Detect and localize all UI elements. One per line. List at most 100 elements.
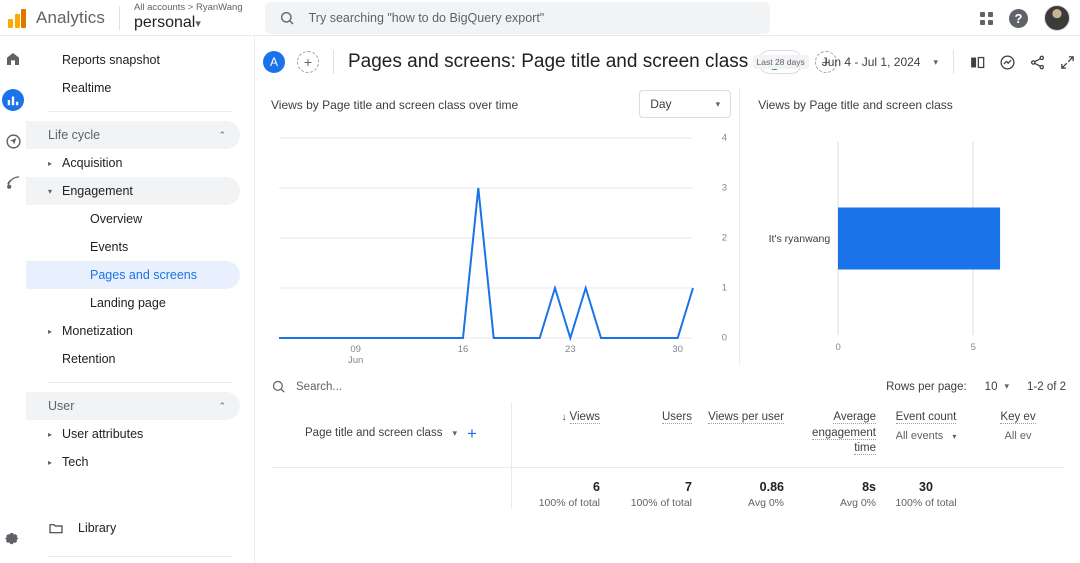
sidebar-group-user[interactable]: User ⌃ [26,392,240,420]
help-icon[interactable]: ? [1009,8,1028,28]
bar-chart-svg [837,142,1001,335]
report-header-actions: Last 28 days Jun 4 - Jul 1, 2024 ▾ [752,50,1076,74]
total-note: Avg 0% [840,496,876,509]
global-search[interactable]: Try searching "how to do BigQuery export… [264,1,770,34]
column-header-views[interactable]: ↓ Views [512,402,604,467]
divider [333,50,334,74]
sidebar-nav: Reports snapshot Realtime Life cycle ⌃ ▸… [26,36,255,563]
sidebar-item-engagement[interactable]: ▾ Engagement [26,177,240,205]
property-label: personal [133,14,196,32]
chevron-down-icon: ▾ [952,431,957,441]
compare-icon[interactable] [969,54,986,71]
expand-icon[interactable] [1059,54,1076,71]
divider [48,382,232,383]
sidebar-item-reports-snapshot[interactable]: Reports snapshot [26,46,240,74]
sidebar-item-tech[interactable]: ▸ Tech [26,448,240,476]
sidebar-item-acquisition[interactable]: ▸ Acquisition [26,149,240,177]
gear-icon[interactable] [2,529,21,553]
total-users: 7 100% of total [604,468,696,509]
column-label: Users [661,411,692,424]
granularity-value: Day [650,97,672,111]
bar-category-label: It's ryanwang [768,232,831,245]
sidebar-item-monetization[interactable]: ▸ Monetization [26,317,240,345]
total-event-count: 30 100% of total [880,468,972,509]
bar-segment[interactable] [838,207,1001,270]
line-chart-plot: 01234 09 Jun 16 23 30 [271,130,727,366]
folder-icon [49,524,63,534]
sidebar-item-events[interactable]: Events [26,233,240,261]
rows-per-page[interactable]: Rows per page: 10 ▾ [886,381,1009,393]
chevron-down-icon: ▾ [195,18,201,31]
table-totals-row: 6 100% of total 7 100% of total 0.86 Avg… [271,467,1064,509]
chevron-down-icon[interactable]: ▾ [933,57,938,68]
account-breadcrumb: All accounts > RyanWang [133,2,243,14]
top-bar-actions: ? [980,0,1072,36]
sidebar-item-retention[interactable]: Retention [26,345,240,373]
chevron-right-icon: ▸ [48,326,53,336]
explore-icon[interactable] [2,130,24,152]
sidebar-item-label: User attributes [62,427,144,441]
column-header-average-engagement-time[interactable]: Average engagement time [788,402,880,467]
bar-chart-title: Views by Page title and screen class [758,98,953,112]
x-axis-tick: 5 [970,342,976,353]
share-icon[interactable] [1029,54,1046,71]
account-selector[interactable]: All accounts > RyanWang personal▾ [134,3,243,32]
chevron-up-icon: ⌃ [218,400,226,411]
date-range[interactable]: Jun 4 - Jul 1, 2024 [822,55,921,69]
insights-icon[interactable] [999,54,1016,71]
pagination-range: 1-2 of 2 [1027,380,1066,393]
sidebar-item-realtime[interactable]: Realtime [26,74,240,102]
dimension-label: Page title and screen class [305,427,443,440]
audience-badge[interactable]: A [263,51,285,73]
key-events-filter-label: All ev [1004,429,1032,442]
line-chart-svg [279,137,694,342]
chevron-right-icon: ▸ [48,158,53,168]
sidebar-group-life-cycle[interactable]: Life cycle ⌃ [26,121,240,149]
total-value: 7 [685,479,692,494]
sidebar-item-landing-page[interactable]: Landing page [26,289,240,317]
sidebar-item-user-attributes[interactable]: ▸ User attributes [26,420,240,448]
sidebar-item-pages-and-screens[interactable]: Pages and screens [26,261,240,289]
avatar[interactable] [1044,5,1070,31]
sidebar-item-library[interactable]: Library [26,514,254,542]
x-axis-tick: 23 [565,344,576,355]
main-content: A + Pages and screens: Page title and sc… [255,36,1080,563]
total-value: 0.86 [759,479,784,494]
granularity-select[interactable]: Day ▾ [639,90,732,118]
sidebar-item-label: Landing page [90,296,166,310]
dimension-selector[interactable]: Page title and screen class ▾ + [271,402,511,467]
column-label: Key ev [1000,411,1036,424]
reports-icon[interactable] [2,89,24,111]
line-chart-card: Views by Page title and screen class ove… [271,88,739,366]
totals-dimension-cell [271,468,511,509]
column-header-users[interactable]: Users [604,402,696,467]
x-axis-tick: 0 [835,342,841,353]
total-average-engagement-time: 8s Avg 0% [788,468,880,509]
home-icon[interactable] [2,48,24,70]
data-table: Page title and screen class ▾ + ↓ Views U… [255,402,1080,509]
sidebar-item-overview[interactable]: Overview [26,205,240,233]
advertising-icon[interactable] [2,171,24,193]
column-header-key-events[interactable]: Key ev All ev [972,402,1064,467]
page-title: Pages and screens: Page title and screen… [348,51,749,72]
table-search-input[interactable]: Search... [296,381,342,393]
sidebar-item-label: Library [78,521,117,535]
total-note: 100% of total [895,496,957,509]
sidebar-group-label: Life cycle [48,128,101,142]
y-axis-tick: 2 [721,232,727,244]
column-header-views-per-user[interactable]: Views per user [696,402,788,467]
sidebar-item-label: Realtime [62,81,112,95]
rows-per-page-label: Rows per page: [886,380,967,393]
icon-rail [0,36,26,563]
search-icon [280,11,294,24]
column-header-event-count[interactable]: Event count All events ▾ [880,402,972,467]
top-bar: Analytics All accounts > RyanWang person… [0,0,1080,36]
add-comparison-icon[interactable]: + [297,51,319,73]
add-dimension-icon[interactable]: + [467,425,477,442]
sidebar-item-label: Pages and screens [90,268,198,282]
event-count-filter[interactable]: All events ▾ [884,429,968,444]
apps-grid-icon[interactable] [980,11,993,25]
total-value: 8s [862,479,876,494]
report-header: A + Pages and screens: Page title and sc… [255,36,1080,88]
pagination-controls: Rows per page: 10 ▾ 1-2 of 2 [886,381,1066,393]
